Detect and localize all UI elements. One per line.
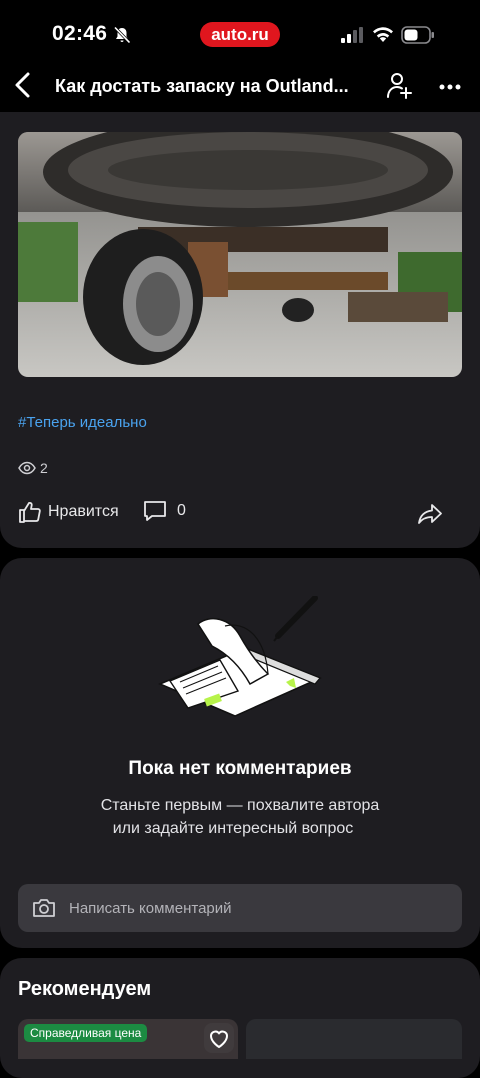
comments-section: Пока нет комментариев Станьте первым — п… [0, 558, 480, 948]
camera-icon[interactable] [32, 898, 56, 918]
brand-logo[interactable]: auto.ru [200, 22, 280, 47]
like-button[interactable]: Нравится [18, 500, 119, 524]
recommendation-card[interactable]: Справедливая цена [18, 1019, 238, 1059]
battery-icon [401, 26, 434, 44]
thumbs-up-icon [19, 501, 41, 523]
empty-comments-text: Станьте первым — похвалите автора или за… [0, 794, 480, 840]
recommendations-section: Рекомендуем Справедливая цена [0, 958, 480, 1078]
post-card: #Теперь идеально 2 Нравится 0 [0, 112, 480, 548]
share-arrow-icon[interactable] [416, 502, 444, 526]
status-time: 02:46 [52, 22, 108, 45]
comment-input[interactable] [67, 898, 431, 918]
top-navigation-bar: Как достать запаску на Outland... [0, 62, 480, 112]
views-counter: 2 [18, 458, 48, 478]
empty-comments-title: Пока нет комментариев [128, 758, 352, 779]
add-user-icon[interactable] [386, 72, 412, 100]
recommendations-title: Рекомендуем [18, 978, 152, 1000]
empty-comments-line1: Станьте первым — похвалите автора [100, 797, 380, 814]
empty-comments-line2: или задайте интересный вопрос [112, 820, 354, 837]
comments-button[interactable]: 0 [143, 500, 186, 522]
comment-input-box[interactable] [18, 884, 462, 932]
views-count: 2 [40, 460, 48, 476]
wifi-icon [373, 27, 393, 42]
page-title: Как достать запаску на Outland... [55, 76, 349, 96]
notebook-illustration [158, 596, 322, 717]
favorite-button[interactable] [204, 1023, 234, 1053]
status-bar: 02:46 auto.ru [0, 0, 480, 62]
recommendation-card[interactable] [246, 1019, 462, 1059]
comment-bubble-icon [144, 501, 166, 521]
like-label: Нравится [48, 503, 119, 520]
post-photo[interactable] [18, 132, 462, 377]
more-dots-icon[interactable] [438, 76, 462, 98]
eye-icon [18, 461, 36, 475]
heart-icon [209, 1030, 229, 1049]
cellular-signal-icon [341, 27, 363, 43]
post-hashtag[interactable]: #Теперь идеально [18, 414, 147, 431]
comments-count: 0 [177, 502, 186, 519]
back-arrow-icon[interactable] [10, 70, 36, 100]
bell-off-icon [113, 26, 131, 44]
fair-price-badge: Справедливая цена [24, 1024, 148, 1042]
